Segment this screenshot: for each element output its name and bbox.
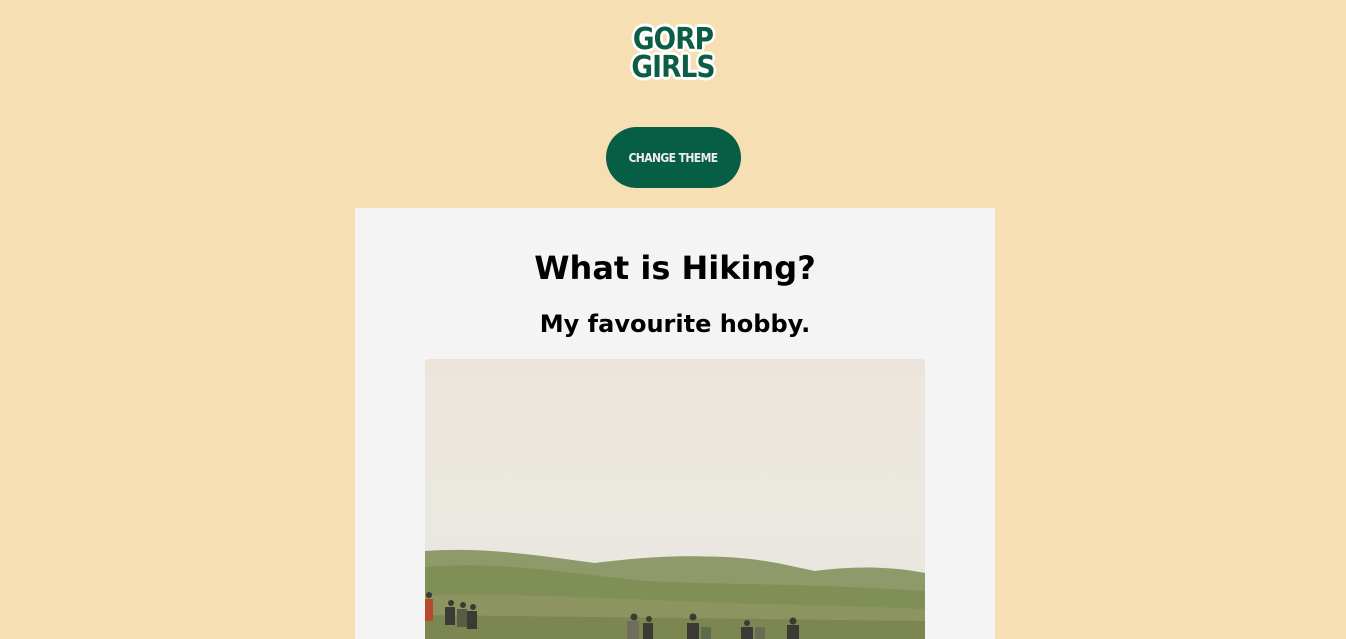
gorp-girls-logo[interactable]: GORP GIRLS — [631, 16, 715, 92]
hiking-photo — [425, 359, 925, 639]
logo-line-2: GIRLS — [631, 50, 715, 85]
hiking-photo-illustration — [425, 549, 925, 639]
change-theme-button[interactable]: CHANGE THEME — [605, 127, 741, 188]
page-subtitle: My favourite hobby. — [539, 310, 811, 338]
logo-container: GORP GIRLS — [0, 16, 1346, 92]
theme-button-container: CHANGE THEME — [0, 127, 1346, 188]
page-title: What is Hiking? — [534, 249, 816, 287]
content-card: What is Hiking? My favourite hobby. — [355, 208, 995, 639]
